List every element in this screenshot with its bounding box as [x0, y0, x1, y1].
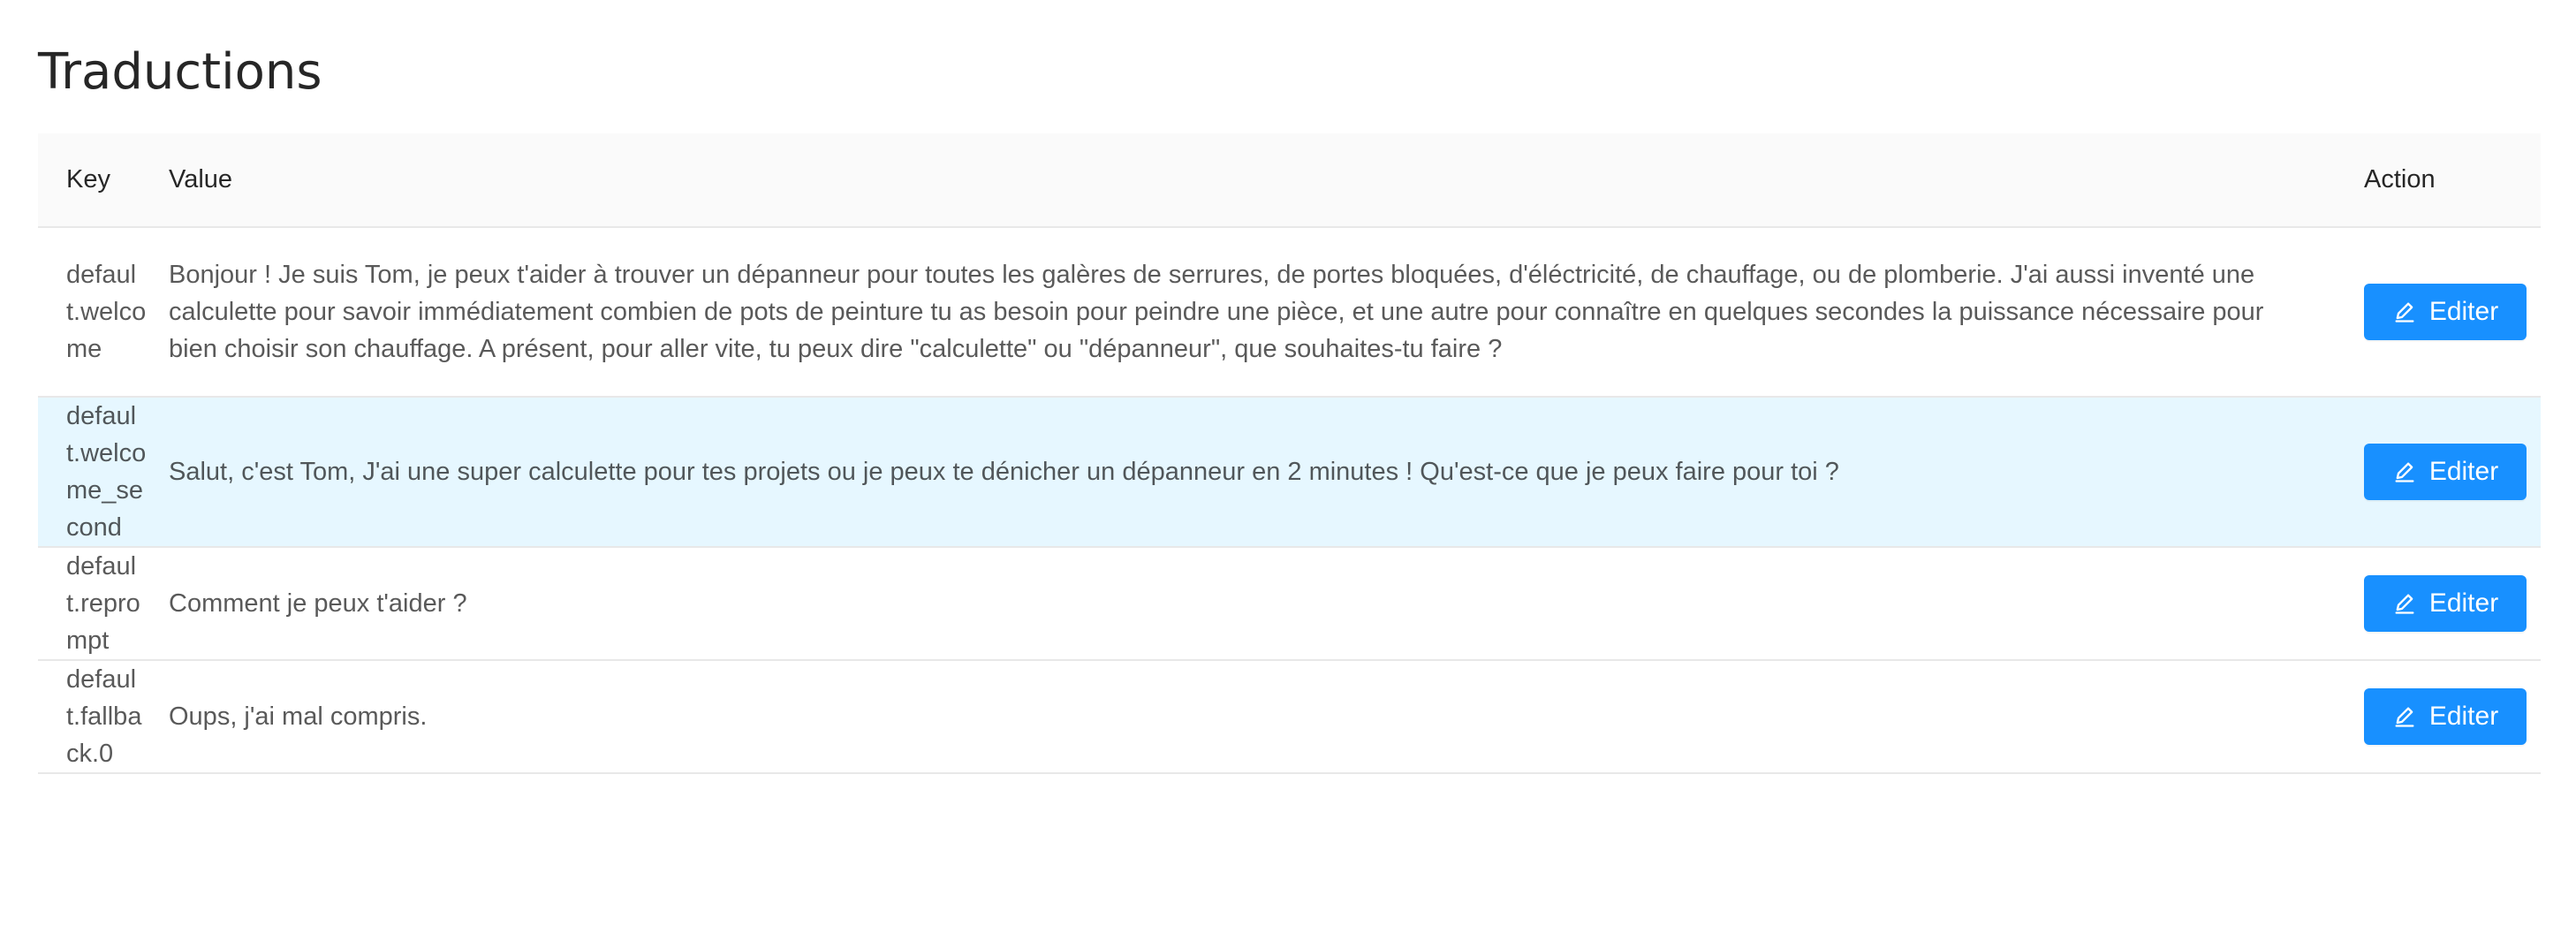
row-value-cell: Bonjour ! Je suis Tom, je peux t'aider à…	[169, 227, 2364, 398]
edit-button[interactable]: Editer	[2364, 575, 2527, 632]
row-value: Oups, j'ai mal compris.	[169, 702, 428, 731]
edit-button[interactable]: Editer	[2364, 284, 2527, 340]
edit-button-label: Editer	[2428, 457, 2499, 486]
table-header: Key Value Action	[38, 133, 2541, 228]
row-value: Salut, c'est Tom, J'ai une super calcule…	[169, 458, 1839, 486]
row-value: Comment je peux t'aider ?	[169, 589, 467, 618]
table-body: default.welcome Bonjour ! Je suis Tom, j…	[38, 227, 2541, 774]
edit-icon	[2395, 302, 2414, 323]
edit-icon	[2395, 462, 2414, 482]
row-action-cell: Editer	[2364, 397, 2541, 548]
edit-icon	[2395, 707, 2414, 727]
row-key: default.reprompt	[66, 552, 140, 655]
edit-button[interactable]: Editer	[2364, 688, 2527, 745]
edit-icon	[2395, 594, 2414, 614]
column-header-value: Value	[169, 133, 2364, 228]
translations-table: Key Value Action default.welcome Bonjour…	[38, 133, 2541, 774]
table-row: default.reprompt Comment je peux t'aider…	[38, 547, 2541, 661]
edit-button[interactable]: Editer	[2364, 444, 2527, 500]
row-key-cell: default.fallback.0	[38, 660, 169, 774]
row-value-cell: Oups, j'ai mal compris.	[169, 660, 2364, 774]
table-row: default.welcome Bonjour ! Je suis Tom, j…	[38, 227, 2541, 398]
row-key: default.welcome	[66, 261, 147, 363]
row-value: Bonjour ! Je suis Tom, je peux t'aider à…	[169, 261, 2264, 363]
row-key: default.welcome_second	[66, 402, 147, 542]
table-row: default.welcome_second Salut, c'est Tom,…	[38, 397, 2541, 548]
edit-button-label: Editer	[2428, 702, 2499, 731]
row-action-cell: Editer	[2364, 660, 2541, 774]
row-key: default.fallback.0	[66, 665, 142, 768]
translations-page: Traductions Key Value Action default.wel…	[0, 0, 2576, 949]
row-value-cell: Comment je peux t'aider ?	[169, 547, 2364, 661]
row-value-cell: Salut, c'est Tom, J'ai une super calcule…	[169, 397, 2364, 548]
row-action-cell: Editer	[2364, 227, 2541, 398]
table-row: default.fallback.0 Oups, j'ai mal compri…	[38, 660, 2541, 774]
column-header-key: Key	[38, 133, 169, 228]
column-header-action: Action	[2364, 133, 2541, 228]
row-key-cell: default.welcome_second	[38, 397, 169, 548]
edit-button-label: Editer	[2428, 297, 2499, 326]
edit-button-label: Editer	[2428, 588, 2499, 618]
row-key-cell: default.welcome	[38, 227, 169, 398]
row-action-cell: Editer	[2364, 547, 2541, 661]
page-title: Traductions	[38, 43, 322, 101]
row-key-cell: default.reprompt	[38, 547, 169, 661]
